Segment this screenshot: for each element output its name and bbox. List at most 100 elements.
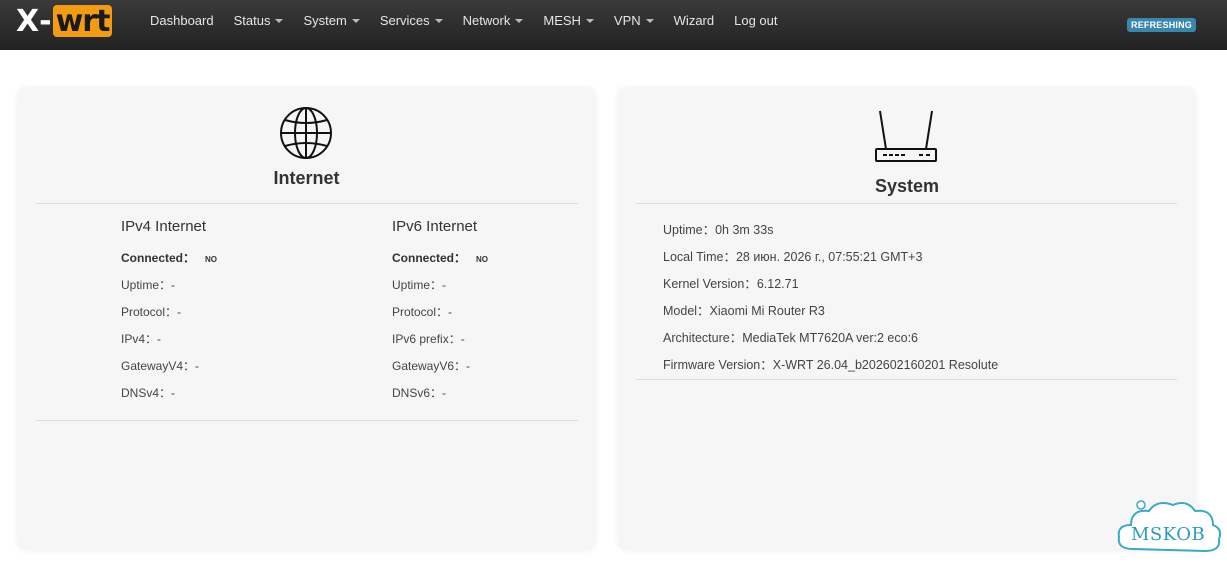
brand-logo-x: X (16, 3, 39, 39)
ipv6-protocol-value: - (448, 305, 453, 319)
system-architecture-row: Architecture：MediaTek MT7620A ver:2 eco:… (663, 327, 998, 354)
ipv6-dns-value: - (442, 386, 447, 400)
nav-status[interactable]: Status (224, 1, 294, 39)
system-firmware-label: Firmware Version： (663, 358, 773, 372)
ipv6-prefix-value: - (460, 332, 465, 346)
nav-vpn-label: VPN (613, 12, 641, 28)
brand-logo[interactable]: X - wrt (16, 3, 113, 39)
system-architecture-value: MediaTek MT7620A ver:2 eco:6 (742, 331, 918, 345)
ipv6-prefix-row: IPv6 prefix：- (392, 332, 488, 359)
ipv6-dns-row: DNSv6：- (392, 386, 488, 413)
system-uptime-value: 0h 3m 33s (715, 223, 774, 237)
caret-down-icon (275, 19, 284, 23)
ipv6-gateway-label: GatewayV6： (392, 359, 467, 373)
ipv6-heading: IPv6 Internet (392, 218, 478, 235)
brand-logo-dash: - (39, 3, 52, 39)
system-divider-top (636, 203, 1177, 204)
ipv4-dns-value: - (171, 386, 176, 400)
ipv6-column: IPv6 Internet Connected： NO Uptime：- Prot… (392, 218, 488, 413)
nav-dashboard[interactable]: Dashboard (140, 1, 224, 39)
main-nav: Dashboard Status System Services Network… (140, 0, 787, 40)
system-architecture-label: Architecture： (663, 331, 743, 345)
nav-system[interactable]: System (293, 1, 369, 39)
internet-divider-bottom (36, 420, 578, 421)
system-localtime-label: Local Time： (663, 250, 736, 264)
ipv6-connected-value: NO (476, 255, 489, 264)
nav-vpn[interactable]: VPN (604, 1, 664, 39)
caret-down-icon (585, 19, 594, 23)
system-divider-bottom (636, 379, 1177, 380)
ipv6-uptime-value: - (442, 278, 447, 292)
system-model-label: Model： (663, 304, 710, 318)
caret-down-icon (515, 19, 524, 23)
status-badge: REFRESHING (1127, 18, 1197, 32)
ipv4-protocol-row: Protocol：- (121, 305, 217, 332)
ipv4-uptime-row: Uptime：- (121, 278, 217, 305)
system-firmware-value: X-WRT 26.04_b202602160201 Resolute (772, 358, 999, 372)
ipv6-protocol-label: Protocol： (392, 305, 449, 319)
ipv4-address-value: - (157, 332, 162, 346)
ipv4-address-label: IPv4： (121, 332, 158, 346)
system-firmware-row: Firmware Version：X-WRT 26.04_b2026021602… (663, 354, 998, 381)
ipv4-dns-row: DNSv4：- (121, 386, 217, 413)
internet-title: Internet (273, 168, 340, 188)
top-navbar: X - wrt Dashboard Status System Services… (0, 0, 1227, 50)
ipv4-column: IPv4 Internet Connected： NO Uptime：- Prot… (121, 218, 217, 413)
ipv6-connected-row: Connected： NO (392, 251, 488, 278)
nav-dashboard-label: Dashboard (150, 12, 214, 28)
nav-status-label: Status (233, 12, 271, 28)
ipv4-connected-row: Connected： NO (121, 251, 217, 278)
caret-down-icon (645, 19, 654, 23)
ipv4-dns-label: DNSv4： (121, 386, 172, 400)
ipv6-connected-label: Connected： (392, 251, 467, 265)
nav-mesh-label: MESH (543, 12, 581, 28)
ipv4-connected-value: NO (205, 255, 218, 264)
watermark-logo: MSKOB (1113, 497, 1225, 561)
ipv4-heading: IPv4 Internet (121, 218, 207, 235)
brand-logo-wrt: wrt (55, 3, 111, 39)
ipv4-uptime-value: - (171, 278, 176, 292)
ipv6-gateway-value: - (466, 359, 471, 373)
nav-services-label: Services (379, 12, 430, 28)
ipv6-dns-label: DNSv6： (392, 386, 443, 400)
ipv6-uptime-row: Uptime：- (392, 278, 488, 305)
nav-network-label: Network (462, 12, 511, 28)
system-localtime-row: Local Time：28 июн. 2026 г., 07:55:21 GMT… (663, 246, 998, 273)
system-uptime-row: Uptime：0h 3m 33s (663, 219, 998, 246)
ipv6-gateway-row: GatewayV6：- (392, 359, 488, 386)
system-info-list: Uptime：0h 3m 33s Local Time：28 июн. 2026… (663, 219, 998, 381)
nav-services[interactable]: Services (370, 1, 453, 39)
watermark-text: MSKOB (1131, 524, 1206, 545)
router-icon (875, 110, 937, 162)
system-model-row: Model：Xiaomi Mi Router R3 (663, 300, 998, 327)
caret-down-icon (351, 19, 360, 23)
internet-card: Internet IPv4 Internet Connected： NO Upti… (17, 87, 596, 551)
nav-logout[interactable]: Log out (724, 1, 787, 39)
system-kernel-value: 6.12.71 (756, 277, 799, 291)
ipv4-gateway-value: - (195, 359, 200, 373)
nav-wizard-label: Wizard (673, 12, 715, 28)
ipv4-gateway-label: GatewayV4： (121, 359, 196, 373)
system-kernel-label: Kernel Version： (663, 277, 757, 291)
ipv4-address-row: IPv4：- (121, 332, 217, 359)
brand-logo-box: wrt (52, 3, 113, 39)
globe-icon (280, 107, 332, 159)
system-localtime-value: 28 июн. 2026 г., 07:55:21 GMT+3 (735, 250, 923, 264)
nav-logout-label: Log out (734, 12, 778, 28)
ipv4-connected-label: Connected： (121, 251, 196, 265)
system-model-value: Xiaomi Mi Router R3 (709, 304, 825, 318)
nav-wizard[interactable]: Wizard (664, 1, 724, 39)
system-card: System Uptime：0h 3m 33s Local Time：28 ию… (618, 87, 1196, 551)
caret-down-icon (434, 19, 443, 23)
ipv4-protocol-value: - (177, 305, 182, 319)
system-uptime-label: Uptime： (663, 223, 716, 237)
ipv6-protocol-row: Protocol：- (392, 305, 488, 332)
system-title: System (874, 176, 940, 196)
nav-mesh[interactable]: MESH (533, 1, 604, 39)
ipv6-prefix-label: IPv6 prefix： (392, 332, 461, 346)
nav-system-label: System (303, 12, 347, 28)
nav-network[interactable]: Network (453, 1, 534, 39)
ipv6-uptime-label: Uptime： (392, 278, 443, 292)
ipv4-protocol-label: Protocol： (121, 305, 178, 319)
ipv4-uptime-label: Uptime： (121, 278, 172, 292)
